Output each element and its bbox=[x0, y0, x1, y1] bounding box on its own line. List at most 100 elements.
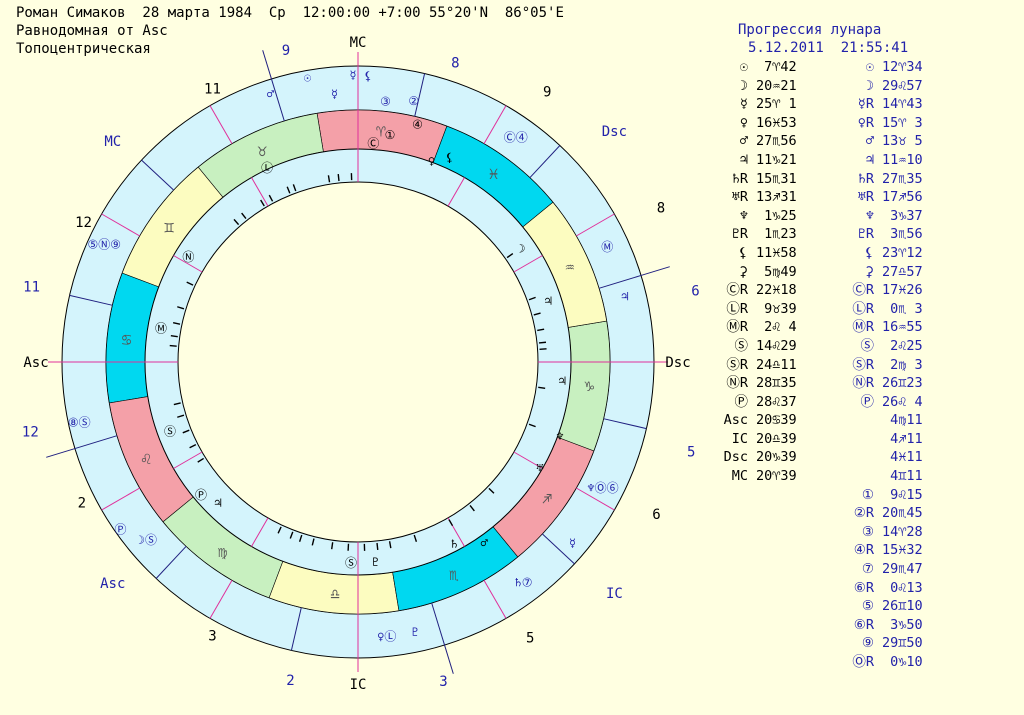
label-h8-right: 8 bbox=[657, 201, 665, 217]
row-value: 11♒10 bbox=[882, 151, 923, 168]
row-symbol: ♆ bbox=[739, 207, 748, 224]
label-h12-left: 12 bbox=[22, 425, 39, 441]
table-row: ♇R 3♏56 bbox=[850, 225, 923, 244]
table-row: ⓈR 24♎11 bbox=[718, 356, 797, 375]
prog-axis-2 bbox=[262, 50, 272, 80]
table-row: ⓈR 2♍ 3 bbox=[850, 356, 923, 375]
row-symbol: Asc bbox=[723, 412, 748, 429]
table-row: Dsc 20♑39 bbox=[718, 448, 797, 467]
row-value: 2♍ 3 bbox=[882, 356, 923, 373]
row-value: 14♌29 bbox=[756, 337, 797, 354]
table-row: ♂ 27♏56 bbox=[718, 132, 797, 151]
row-symbol: ⒸR bbox=[726, 282, 748, 299]
table-row: ⑥R 3♑50 bbox=[850, 616, 923, 635]
row-symbol: ⚸ bbox=[864, 244, 874, 261]
row-symbol: ♅R bbox=[731, 189, 748, 206]
row-symbol: Ⓟ bbox=[860, 393, 875, 410]
row-value: 0♑10 bbox=[882, 654, 923, 670]
table-row: ♇R 1♏23 bbox=[718, 225, 797, 244]
planet-glyph: Ⓒ④ bbox=[504, 131, 528, 145]
planet-glyph: ② bbox=[408, 94, 419, 108]
row-symbol: Ⓢ bbox=[860, 337, 875, 354]
planet-glyph: Ⓒ bbox=[367, 137, 379, 151]
row-symbol: ♀R bbox=[857, 114, 874, 131]
row-value: 3♑37 bbox=[882, 207, 923, 224]
planet-glyph: ☽ bbox=[518, 241, 525, 255]
table-row: ⑦ 29♏47 bbox=[850, 560, 923, 579]
table-row: ⓁR 9♉39 bbox=[718, 300, 797, 319]
table-row: ⚳ 27♎57 bbox=[850, 263, 923, 282]
row-symbol: Ⓢ bbox=[734, 337, 749, 354]
row-value: 26♌ 4 bbox=[882, 393, 923, 410]
planet-glyph: Ⓜ bbox=[601, 240, 613, 254]
row-symbol: ②R bbox=[853, 505, 874, 522]
row-value: 20♋39 bbox=[756, 412, 797, 429]
row-symbol: ☽ bbox=[865, 77, 874, 94]
row-symbol: ⓄR bbox=[852, 654, 874, 670]
row-value: 29♏47 bbox=[882, 561, 923, 578]
table-row: Ⓟ 28♌37 bbox=[718, 393, 797, 412]
zodiac-glyph: ♊ bbox=[164, 217, 174, 236]
row-value: 26♊23 bbox=[882, 375, 923, 392]
row-value: 26♊10 bbox=[882, 598, 923, 615]
center-circle bbox=[177, 181, 539, 543]
table-row: ⑥R 0♌13 bbox=[850, 579, 923, 598]
row-symbol: ④R bbox=[853, 542, 874, 559]
row-value: 27♎57 bbox=[882, 263, 923, 280]
label-h11-left: 11 bbox=[23, 280, 40, 296]
planet-glyph: Ⓟ bbox=[195, 488, 207, 502]
row-value: 4♍11 bbox=[882, 412, 923, 429]
planet-glyph: ③ bbox=[380, 94, 391, 108]
table-row: ⚳ 5♍49 bbox=[718, 263, 797, 282]
aspect-tick bbox=[538, 341, 547, 344]
row-value: 29♌57 bbox=[882, 77, 923, 94]
planet-glyph: ☿ bbox=[569, 536, 576, 550]
row-value: 14♈43 bbox=[882, 96, 923, 113]
row-symbol: ⓂR bbox=[852, 319, 874, 336]
row-symbol: ♅R bbox=[857, 189, 874, 206]
zodiac-glyph: ♓ bbox=[489, 164, 499, 183]
label-h11-top: 11 bbox=[204, 81, 221, 97]
row-symbol: ⓁR bbox=[726, 300, 748, 317]
label-dsc-mid: Dsc bbox=[665, 355, 690, 371]
label-h5-right: 5 bbox=[687, 444, 695, 460]
planet-glyph: ⚸ bbox=[445, 150, 454, 164]
row-value: 20♒21 bbox=[756, 77, 797, 94]
row-symbol: ⓂR bbox=[726, 319, 748, 336]
row-symbol: ⑨ bbox=[861, 635, 874, 652]
planet-glyph: ☽Ⓢ bbox=[138, 533, 157, 547]
row-value: 20♏45 bbox=[882, 505, 923, 522]
row-symbol: ☿ bbox=[739, 96, 748, 113]
row-symbol: ① bbox=[861, 486, 874, 503]
row-value: 15♏31 bbox=[756, 170, 797, 187]
row-value: 9♉39 bbox=[756, 300, 797, 317]
table-row: ♃ 11♑21 bbox=[718, 151, 797, 170]
row-symbol: ⚳ bbox=[738, 263, 748, 280]
table-row: ⓂR 2♌ 4 bbox=[718, 318, 796, 337]
planet-glyph: Ⓢ bbox=[345, 556, 357, 570]
zodiac-glyph: ♑ bbox=[585, 376, 595, 395]
row-symbol: IC bbox=[731, 430, 748, 447]
row-value: 24♎11 bbox=[756, 356, 797, 373]
table-row: Ⓢ 14♌29 bbox=[718, 337, 797, 356]
row-value: 0♌13 bbox=[882, 579, 923, 596]
row-symbol: ⓈR bbox=[726, 356, 748, 373]
row-value: 16♒55 bbox=[882, 319, 923, 336]
label-h2-left: 2 bbox=[78, 496, 86, 512]
planet-glyph: ♇ bbox=[372, 555, 379, 569]
planet-glyph: ♆Ⓞ⑥ bbox=[587, 481, 618, 495]
row-value: 16♓53 bbox=[756, 114, 797, 131]
table-row: ♅R 17♐56 bbox=[850, 188, 923, 207]
table-row: ☉ 12♈34 bbox=[850, 58, 923, 77]
row-value: 11♑21 bbox=[756, 151, 797, 168]
row-value: 3♑50 bbox=[882, 616, 923, 633]
planet-glyph: ④ bbox=[412, 117, 423, 131]
table-row: ⚸ 11♓58 bbox=[718, 244, 797, 263]
planet-glyph: ☉ bbox=[304, 70, 311, 84]
row-value: 2♌25 bbox=[882, 337, 923, 354]
zodiac-glyph: ♍ bbox=[218, 542, 228, 561]
table-row: ♄R 15♏31 bbox=[718, 170, 797, 189]
row-symbol: ⑤ bbox=[861, 598, 874, 615]
row-value: 13♉ 5 bbox=[882, 133, 923, 150]
label-h12-upper: 12 bbox=[75, 215, 92, 231]
